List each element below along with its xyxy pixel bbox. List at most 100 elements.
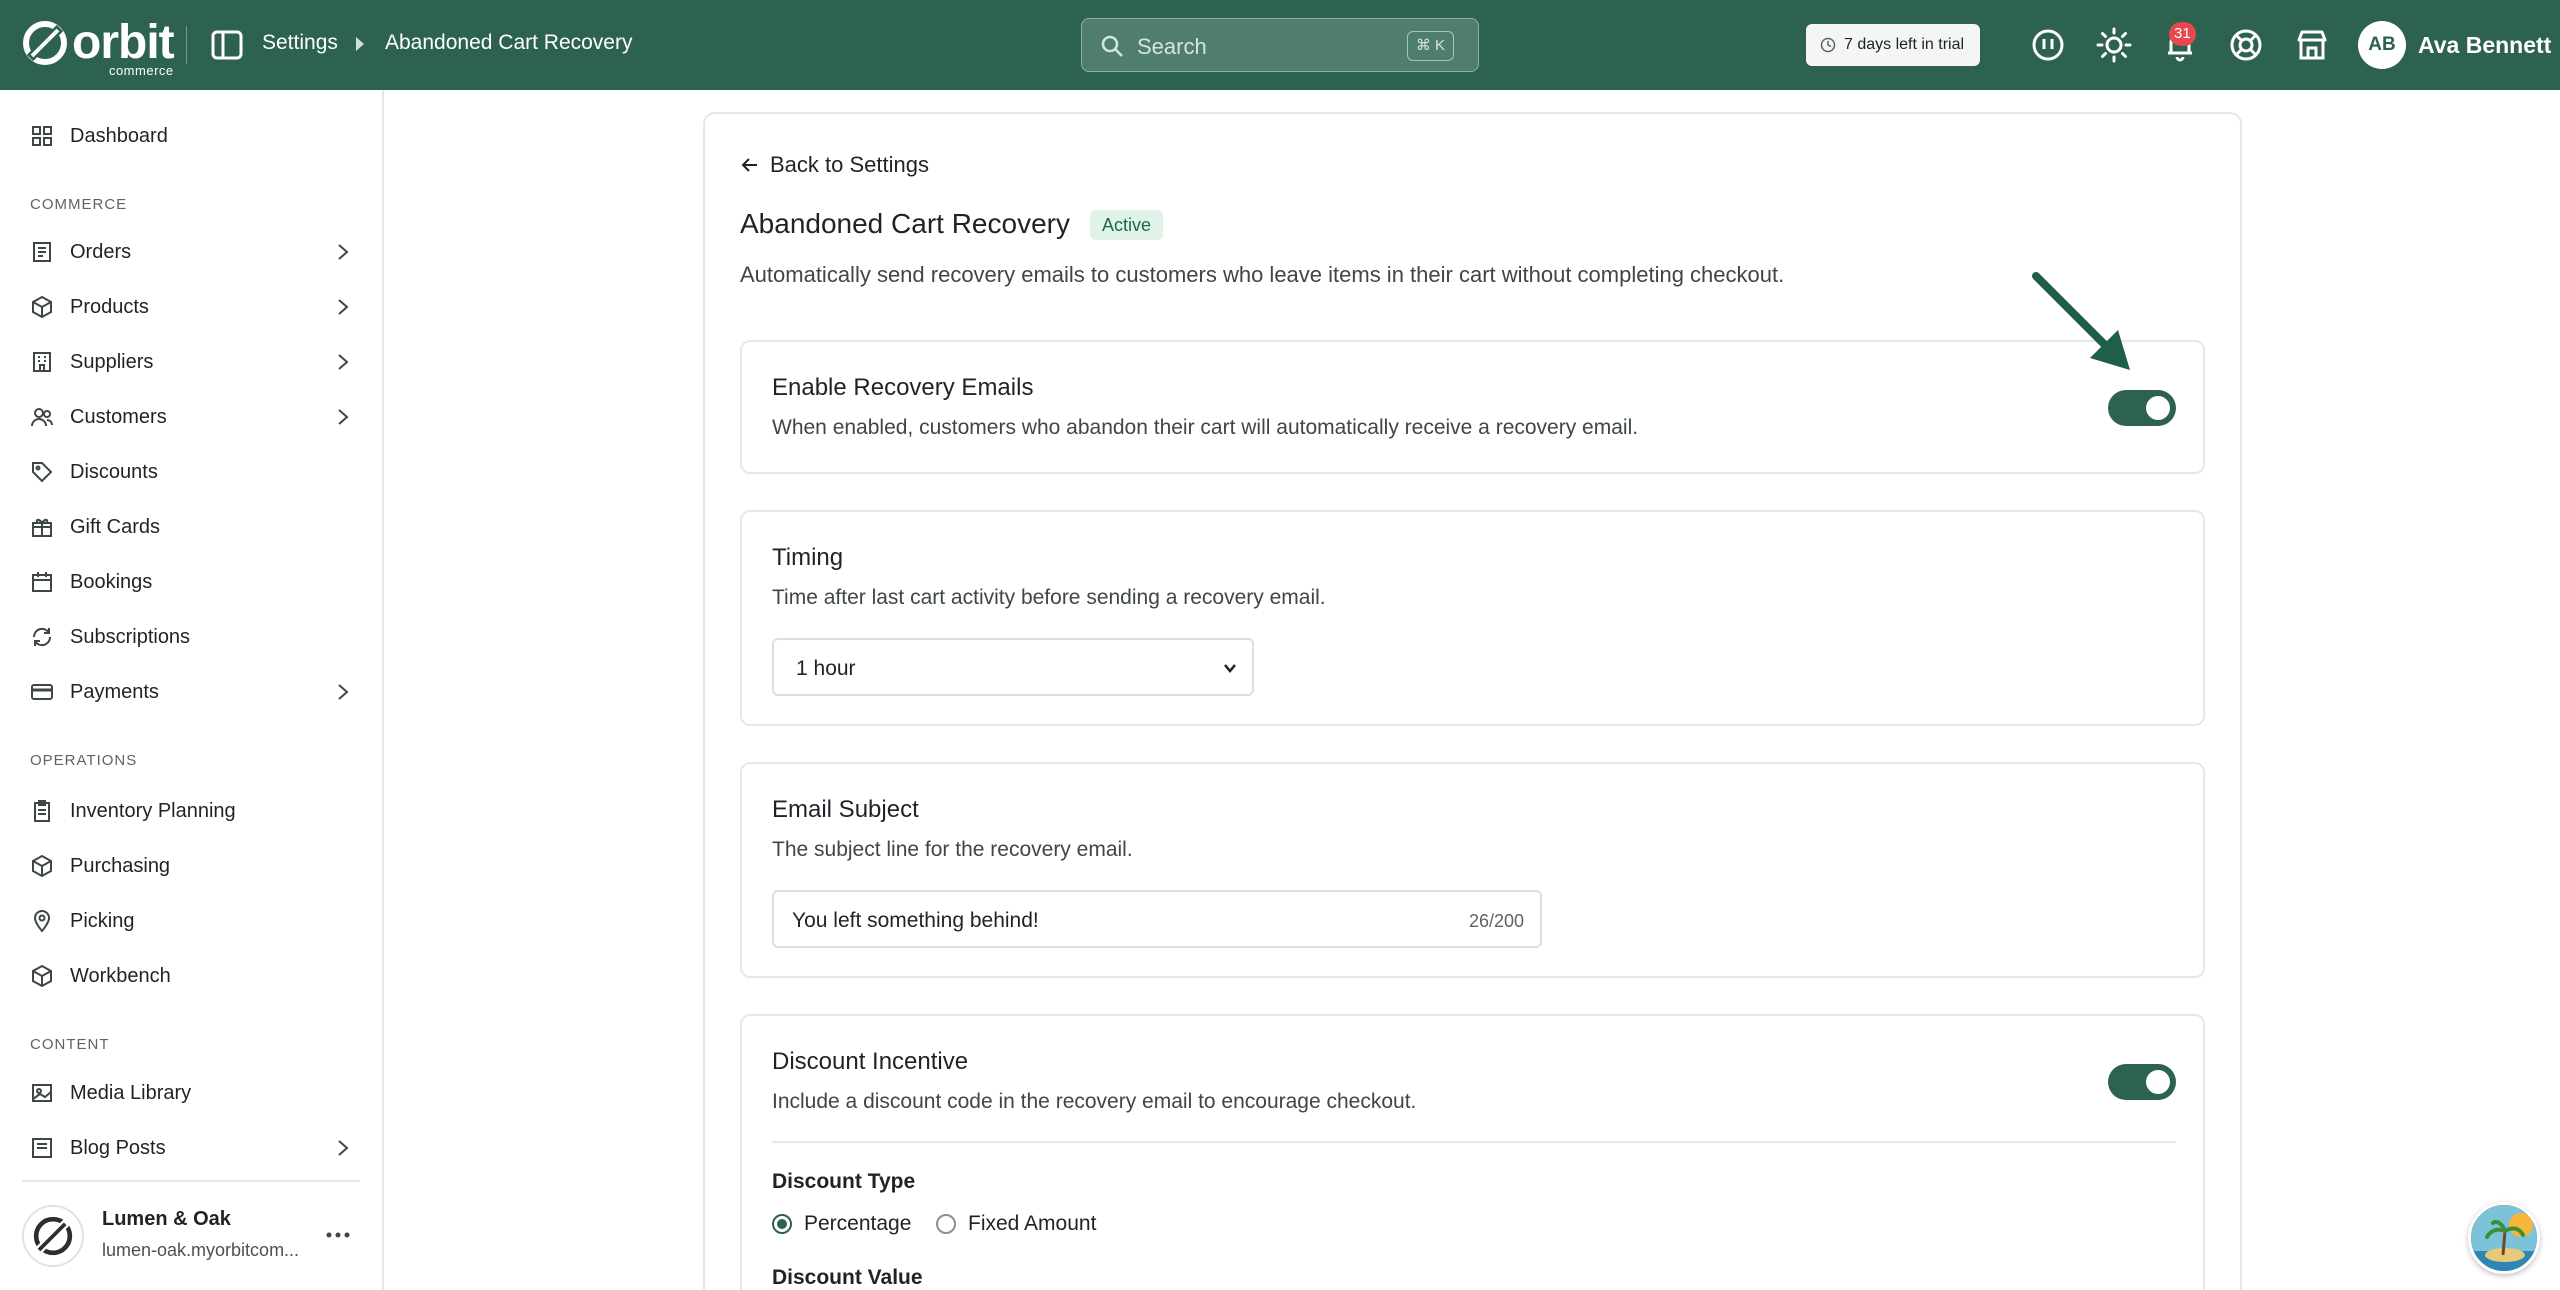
store-logo-icon[interactable]: [22, 1205, 84, 1267]
sidebar-item-label: Blog Posts: [70, 1136, 166, 1159]
back-to-settings-link[interactable]: Back to Settings: [740, 152, 929, 178]
sidebar-item-picking[interactable]: Picking: [0, 897, 384, 945]
sidebar-item-media-library[interactable]: Media Library: [0, 1069, 384, 1117]
clipboard-icon: [34, 800, 50, 822]
arrow-left-icon: [741, 158, 757, 172]
sidebar-item-label: Orders: [70, 240, 132, 263]
sidebar-toggle-icon[interactable]: [210, 29, 244, 61]
chevron-right-icon: [338, 244, 349, 260]
radio-label-percentage[interactable]: Percentage: [804, 1212, 911, 1236]
sidebar-item-products[interactable]: Products: [0, 283, 384, 331]
chevron-right-icon: [338, 354, 349, 370]
tag-icon: [32, 462, 53, 483]
breadcrumb-settings[interactable]: Settings: [262, 31, 338, 55]
back-label: Back to Settings: [770, 152, 929, 177]
section-content: CONTENT: [30, 1036, 110, 1053]
sidebar-item-suppliers[interactable]: Suppliers: [0, 338, 384, 386]
status-badge: Active: [1090, 210, 1164, 240]
timing-select[interactable]: 1 hour: [772, 638, 1254, 696]
sidebar-item-bookings[interactable]: Bookings: [0, 558, 384, 606]
sidebar: Dashboard COMMERCE Orders Products Suppl…: [0, 90, 384, 1290]
help-icon[interactable]: [2228, 27, 2264, 63]
sidebar-item-label: Purchasing: [70, 854, 171, 877]
sidebar-item-label: Customers: [70, 405, 167, 428]
sun-icon[interactable]: [2096, 27, 2132, 63]
discount-incentive-toggle[interactable]: [2108, 1064, 2176, 1100]
radio-fixed-amount[interactable]: [936, 1214, 956, 1234]
notification-badge: 31: [2169, 22, 2196, 46]
sidebar-item-subscriptions[interactable]: Subscriptions: [0, 613, 384, 661]
discount-type-label: Discount Type: [772, 1170, 916, 1193]
section-divider: [772, 1141, 2176, 1143]
sidebar-item-inventory-planning[interactable]: Inventory Planning: [0, 787, 384, 835]
sidebar-item-customers[interactable]: Customers: [0, 393, 384, 441]
store-name[interactable]: Lumen & Oak: [102, 1208, 231, 1231]
card-icon: [31, 684, 53, 700]
chevron-right-icon: [338, 299, 349, 315]
sidebar-item-dashboard[interactable]: Dashboard: [0, 112, 384, 160]
timing-section: Timing Time after last cart activity bef…: [740, 510, 2205, 726]
logo-sub: commerce: [108, 63, 174, 78]
section-description: The subject line for the recovery email.: [772, 838, 1133, 861]
sidebar-item-label: Suppliers: [70, 350, 154, 373]
chevron-right-icon: [338, 684, 349, 700]
section-title: Discount Incentive: [772, 1048, 969, 1075]
sidebar-item-workbench[interactable]: Workbench: [0, 952, 384, 1000]
section-commerce: COMMERCE: [30, 196, 128, 213]
sidebar-item-label: Dashboard: [70, 124, 168, 147]
email-subject-input[interactable]: You left something behind! 26/200: [772, 890, 1542, 948]
box-icon: [32, 854, 52, 878]
sidebar-item-label: Gift Cards: [70, 515, 161, 538]
dashboard-icon: [32, 126, 52, 146]
sidebar-item-gift-cards[interactable]: Gift Cards: [0, 503, 384, 551]
page-title: Abandoned Cart Recovery: [740, 208, 1070, 239]
section-operations: OPERATIONS: [30, 752, 138, 769]
products-icon: [32, 295, 52, 319]
discount-incentive-section: Discount Incentive Include a discount co…: [740, 1014, 2205, 1290]
orders-icon: [33, 242, 51, 262]
brand-logo[interactable]: orbit commerce: [22, 19, 175, 78]
page-description: Automatically send recovery emails to cu…: [740, 262, 1785, 287]
section-title: Timing: [772, 544, 844, 571]
section-description: Time after last cart activity before sen…: [772, 586, 1326, 609]
user-name[interactable]: Ava Bennett: [2418, 32, 2551, 59]
search-shortcut: ⌘ K: [1406, 31, 1454, 61]
sidebar-item-label: Payments: [70, 680, 159, 703]
sidebar-item-orders[interactable]: Orders: [0, 228, 384, 276]
search-input[interactable]: Search ⌘ K: [1081, 18, 1479, 72]
clock-icon: [1820, 37, 1836, 53]
radio-label-fixed-amount[interactable]: Fixed Amount: [968, 1212, 1096, 1236]
radio-percentage[interactable]: [772, 1214, 792, 1234]
breadcrumb-separator-icon: [356, 37, 364, 51]
refresh-icon: [32, 627, 52, 647]
sidebar-item-label: Bookings: [70, 570, 153, 593]
assistant-button[interactable]: [2468, 1202, 2540, 1274]
avatar[interactable]: AB: [2358, 21, 2406, 69]
customers-icon: [31, 408, 53, 427]
section-description: Include a discount code in the recovery …: [772, 1090, 1417, 1113]
cube-icon: [32, 964, 52, 988]
search-placeholder: Search: [1137, 34, 1207, 59]
pin-icon: [33, 910, 51, 933]
store-icon[interactable]: [2294, 27, 2330, 63]
sidebar-item-payments[interactable]: Payments: [0, 668, 384, 716]
enable-recovery-toggle[interactable]: [2108, 390, 2176, 426]
chevron-right-icon: [338, 1140, 349, 1156]
more-icon[interactable]: [324, 1223, 352, 1247]
section-description: When enabled, customers who abandon thei…: [772, 416, 1639, 439]
sidebar-item-discounts[interactable]: Discounts: [0, 448, 384, 496]
sidebar-item-purchasing[interactable]: Purchasing: [0, 842, 384, 890]
sidebar-item-label: Media Library: [70, 1081, 192, 1104]
orbit-logo-icon: [23, 21, 67, 65]
chevron-right-icon: [338, 409, 349, 425]
top-bar: orbit commerce Settings Abandoned Cart R…: [0, 0, 2560, 90]
chat-icon[interactable]: [2030, 27, 2066, 63]
breadcrumb-current: Abandoned Cart Recovery: [385, 31, 633, 54]
gift-icon: [32, 518, 52, 537]
sidebar-item-blog-posts[interactable]: Blog Posts: [0, 1124, 384, 1172]
header-divider: [186, 26, 187, 64]
trial-badge[interactable]: 7 days left in trial: [1806, 24, 1980, 66]
sidebar-item-label: Products: [70, 295, 149, 318]
toggle-knob: [2146, 396, 2170, 420]
section-title: Email Subject: [772, 796, 919, 823]
